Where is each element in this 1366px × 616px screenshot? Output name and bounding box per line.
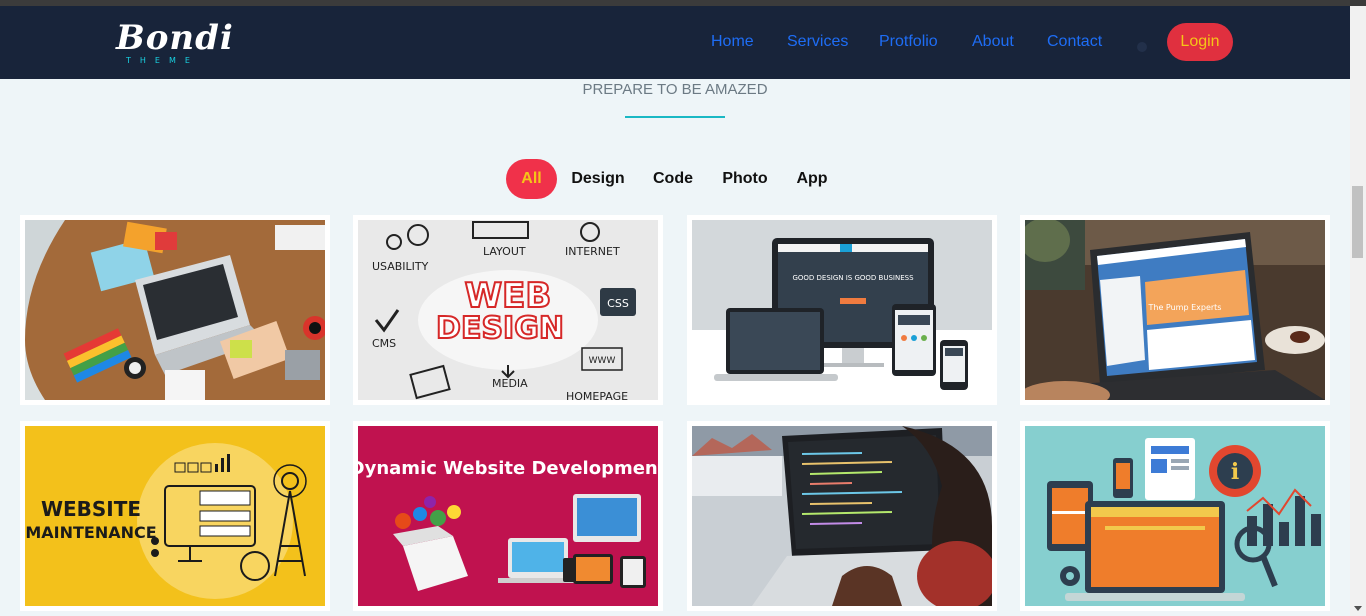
svg-text:CMS: CMS bbox=[372, 337, 396, 350]
website-maintenance-image: WEBSITE MAINTENANCE bbox=[25, 426, 325, 606]
svg-text:LAYOUT: LAYOUT bbox=[483, 245, 526, 258]
web-design-image: WEB DESIGN USABILITY LAYOUT INTERNET CSS… bbox=[358, 220, 658, 400]
logo-subtitle: THEME bbox=[126, 56, 199, 65]
nav-item-services[interactable]: Services bbox=[787, 29, 848, 55]
analytics-devices-image: i bbox=[1025, 426, 1325, 606]
svg-text:USABILITY: USABILITY bbox=[372, 260, 429, 273]
portfolio-item[interactable]: Dynamic Website Development bbox=[353, 421, 663, 611]
svg-text:WEBSITE: WEBSITE bbox=[41, 497, 141, 521]
svg-text:The Pump Experts: The Pump Experts bbox=[1148, 303, 1222, 312]
filter-photo[interactable]: Photo bbox=[716, 159, 774, 199]
laptop-website-image: The Pump Experts bbox=[1025, 220, 1325, 400]
nav-item-portfolio[interactable]: Protfolio bbox=[879, 29, 938, 55]
portfolio-item[interactable]: i bbox=[1020, 421, 1330, 611]
workspace-desk-image bbox=[25, 220, 325, 400]
svg-text:CSS: CSS bbox=[607, 297, 629, 310]
portfolio-item[interactable]: The Pump Experts bbox=[1020, 215, 1330, 405]
svg-text:i: i bbox=[1231, 459, 1239, 485]
svg-text:Dynamic Website Development: Dynamic Website Development bbox=[358, 458, 658, 479]
filter-design[interactable]: Design bbox=[566, 159, 630, 199]
login-button[interactable]: Login bbox=[1167, 23, 1233, 61]
search-icon[interactable] bbox=[1137, 42, 1147, 52]
logo-wordmark: Bondi bbox=[116, 18, 234, 58]
portfolio-item[interactable] bbox=[20, 215, 330, 405]
filter-code[interactable]: Code bbox=[647, 159, 699, 199]
filter-all[interactable]: All bbox=[506, 159, 557, 199]
dynamic-website-development-image: Dynamic Website Development bbox=[358, 426, 658, 606]
nav-item-contact[interactable]: Contact bbox=[1047, 29, 1102, 55]
svg-text:INTERNET: INTERNET bbox=[565, 245, 620, 258]
scrollbar-thumb[interactable] bbox=[1352, 186, 1363, 258]
tagline-divider bbox=[625, 116, 725, 118]
page-scrollbar[interactable] bbox=[1350, 6, 1366, 616]
portfolio-item[interactable]: WEB DESIGN USABILITY LAYOUT INTERNET CSS… bbox=[353, 215, 663, 405]
filter-app[interactable]: App bbox=[790, 159, 834, 199]
coding-laptop-image bbox=[692, 426, 992, 606]
navbar: Bondi THEME Home Services Protfolio Abou… bbox=[0, 6, 1350, 79]
svg-text:DESIGN: DESIGN bbox=[436, 311, 564, 346]
svg-text:MAINTENANCE: MAINTENANCE bbox=[25, 523, 156, 542]
svg-text:WWW: WWW bbox=[589, 356, 616, 366]
svg-text:GOOD DESIGN IS GOOD BUSINESS: GOOD DESIGN IS GOOD BUSINESS bbox=[792, 274, 914, 282]
svg-text:WEB: WEB bbox=[465, 276, 552, 316]
nav-item-home[interactable]: Home bbox=[711, 29, 754, 55]
svg-text:HOMEPAGE: HOMEPAGE bbox=[566, 390, 628, 400]
portfolio-item[interactable] bbox=[687, 421, 997, 611]
brand-logo[interactable]: Bondi THEME bbox=[116, 18, 233, 68]
svg-text:MEDIA: MEDIA bbox=[492, 377, 528, 390]
portfolio-item[interactable]: GOOD DESIGN IS GOOD BUSINESS bbox=[687, 215, 997, 405]
nav-item-about[interactable]: About bbox=[972, 29, 1014, 55]
portfolio-item[interactable]: WEBSITE MAINTENANCE bbox=[20, 421, 330, 611]
responsive-devices-image: GOOD DESIGN IS GOOD BUSINESS bbox=[692, 220, 992, 400]
scroll-down-arrow-icon[interactable] bbox=[1354, 606, 1362, 611]
section-tagline: PREPARE TO BE AMAZED bbox=[582, 81, 768, 98]
